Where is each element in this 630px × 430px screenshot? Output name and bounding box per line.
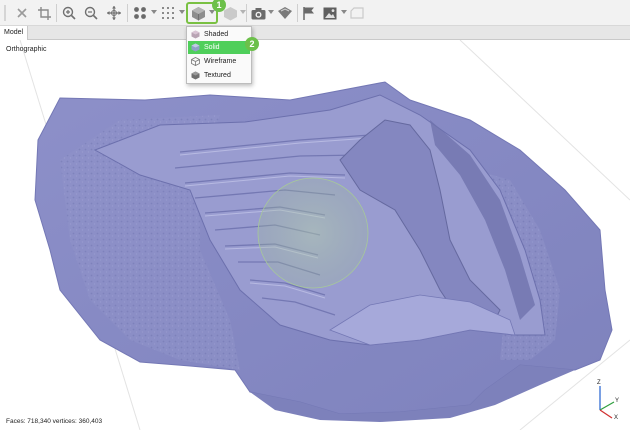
textured-cube-icon (191, 71, 200, 80)
wireframe-cube-icon (191, 57, 200, 66)
shaded-cube-icon (191, 30, 200, 39)
camera-icon[interactable] (250, 3, 266, 23)
toolbar-grip (2, 3, 8, 23)
flag-icon[interactable] (300, 3, 316, 23)
chevron-down-icon[interactable] (341, 10, 347, 14)
box-icon[interactable] (349, 3, 365, 23)
selection-sphere[interactable] (257, 177, 369, 289)
projection-label: Orthographic (6, 46, 47, 53)
toolbar-separator (127, 4, 128, 22)
chevron-down-icon[interactable] (179, 10, 185, 14)
menu-item-label: Textured (204, 72, 231, 79)
menu-item-label: Shaded (204, 31, 229, 38)
mesh-stats: Faces: 718,340 vertices: 360,403 (6, 418, 103, 425)
app-window: 1 Model Orthographic Faces: 718,340 vert… (0, 0, 630, 430)
solid-cube-icon (191, 43, 200, 52)
crop-icon[interactable] (36, 3, 52, 23)
toolbar-separator (297, 4, 298, 22)
move-icon[interactable] (105, 3, 123, 23)
toolbar: 1 (0, 0, 630, 26)
menu-item-label: Wireframe (204, 58, 237, 65)
tab-strip: Model (0, 26, 630, 40)
axis-x-label: X (614, 415, 618, 420)
chevron-down-icon[interactable] (268, 10, 274, 14)
close-icon[interactable] (14, 3, 30, 23)
render-mode-menu: Shaded Solid Wireframe Textured (186, 26, 252, 84)
menu-item-wireframe[interactable]: Wireframe (188, 55, 250, 68)
lighting-icon[interactable] (222, 3, 238, 23)
zoom-out-icon[interactable] (83, 3, 99, 23)
terrain-scene[interactable] (0, 40, 630, 430)
3d-viewport[interactable]: Orthographic Faces: 718,340 vertices: 36… (0, 40, 630, 430)
callout-badge-2: 2 (245, 37, 259, 51)
menu-item-label: Solid (204, 44, 220, 51)
toolbar-separator (56, 4, 57, 22)
menu-item-textured[interactable]: Textured (188, 69, 250, 82)
axis-y-label: Y (615, 398, 619, 404)
point-grid-icon[interactable] (132, 3, 148, 23)
menu-item-shaded[interactable]: Shaded (188, 28, 250, 41)
tab-model[interactable]: Model (0, 26, 29, 40)
measure-icon[interactable] (276, 3, 294, 23)
image-icon[interactable] (322, 3, 338, 23)
axis-z-label: Z (597, 380, 601, 386)
zoom-in-icon[interactable] (61, 3, 77, 23)
chevron-down-icon[interactable] (151, 10, 157, 14)
toolbar-separator (246, 4, 247, 22)
dot-grid-icon[interactable] (160, 3, 176, 23)
menu-item-solid[interactable]: Solid (188, 41, 250, 54)
axis-gizmo: Z Y X (597, 380, 619, 420)
